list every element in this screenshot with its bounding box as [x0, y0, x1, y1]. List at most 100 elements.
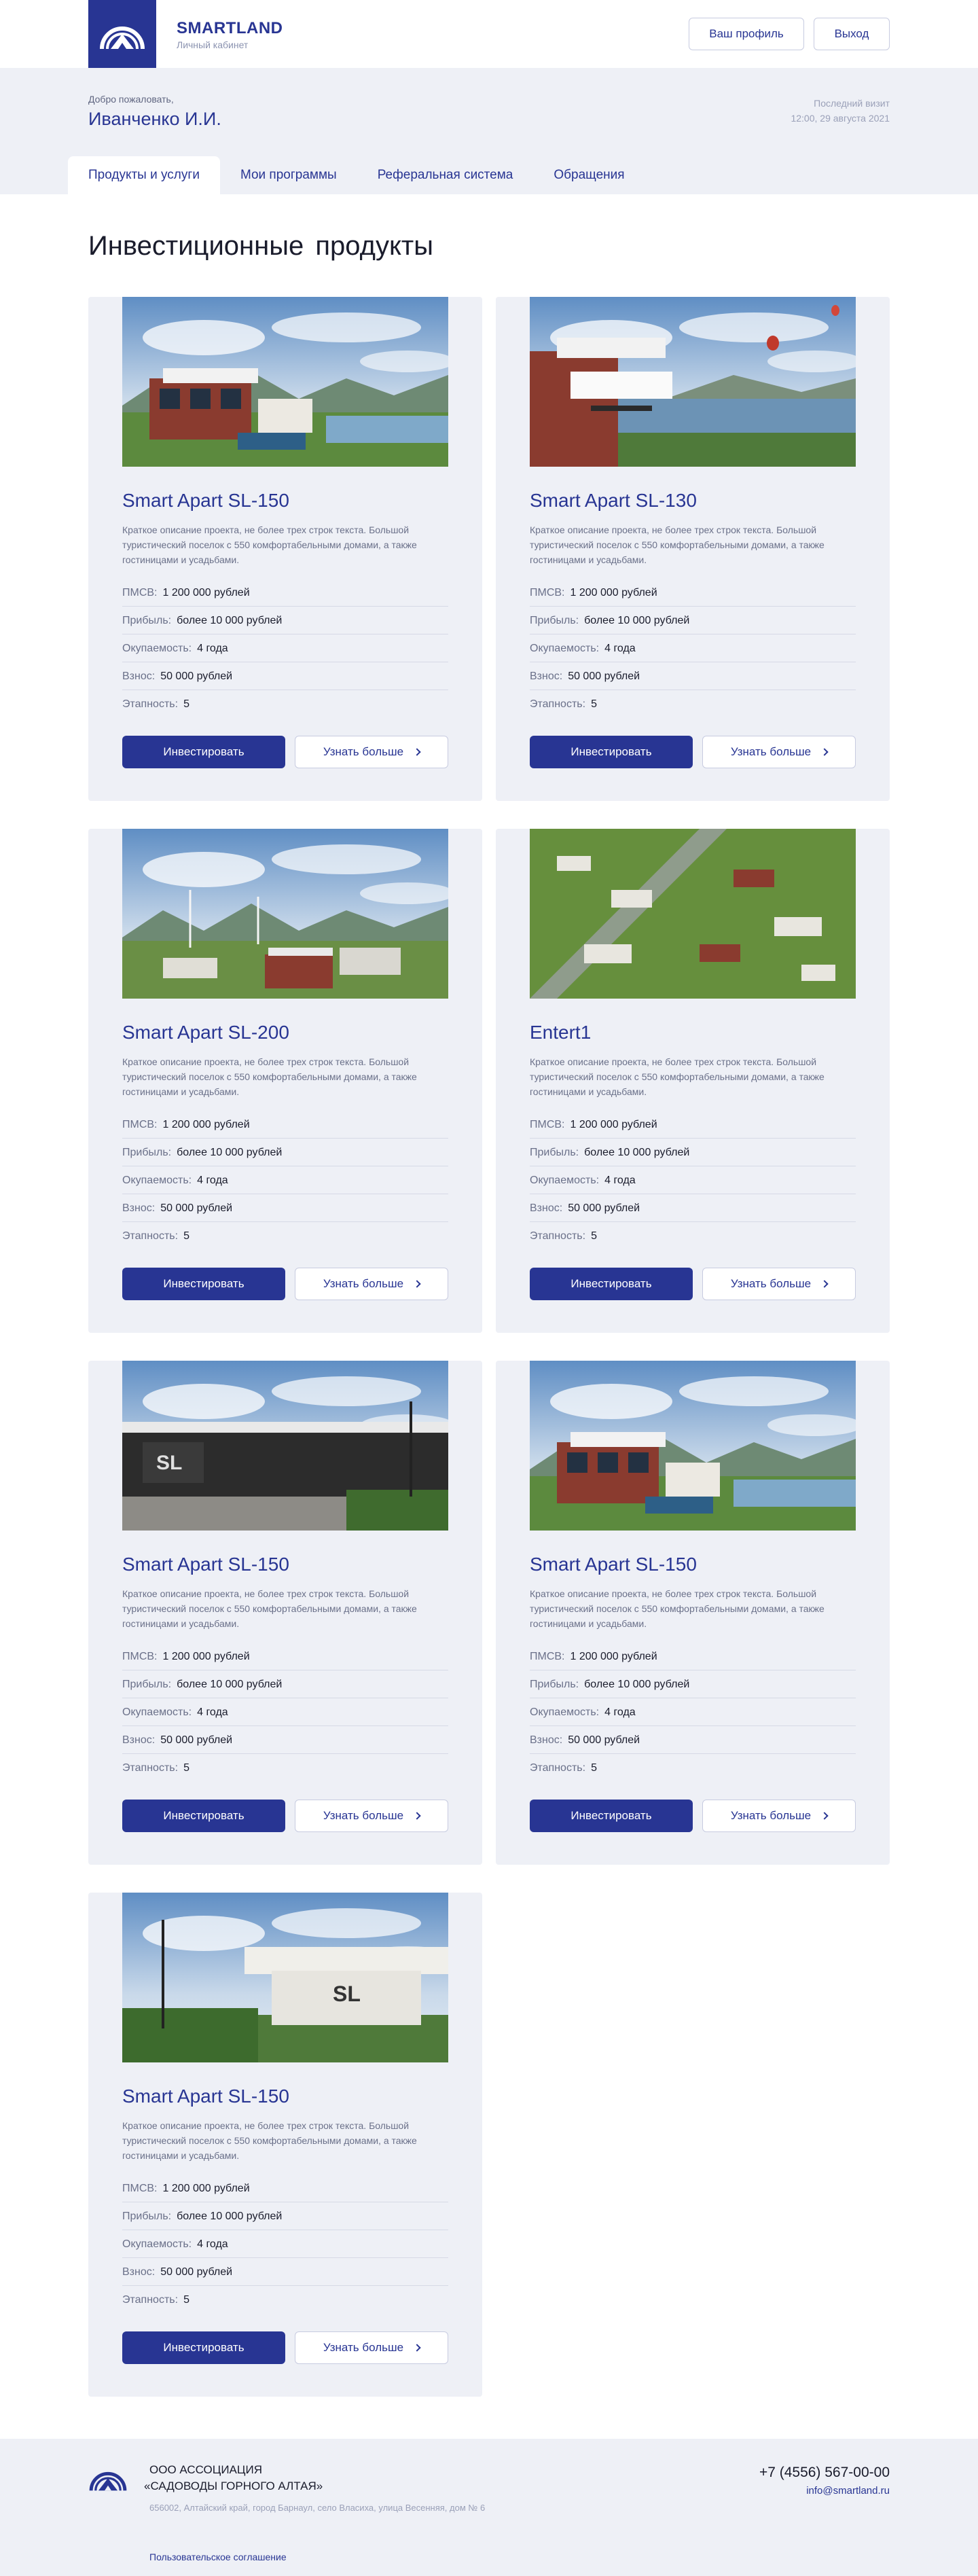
spec-value: 1 200 000 рублей	[162, 1118, 250, 1130]
footer-address: 656002, Алтайский край, город Барнаул, с…	[149, 2503, 486, 2513]
spec-row-fee: Взнос: 50 000 рублей	[530, 663, 856, 690]
logo[interactable]	[88, 0, 156, 68]
learn-more-button[interactable]: Узнать больше	[702, 1800, 856, 1832]
spec-row-pmsv: ПМСВ: 1 200 000 рублей	[122, 2175, 448, 2202]
chevron-right-icon	[820, 748, 829, 756]
spec-value: 50 000 рублей	[568, 1734, 640, 1746]
spec-label: ПМСВ:	[530, 1118, 565, 1130]
spec-label: Этапность:	[122, 698, 179, 710]
learn-more-label: Узнать больше	[730, 745, 812, 758]
spec-label: ПМСВ:	[530, 1650, 565, 1662]
spec-value: 5	[591, 1762, 597, 1774]
spec-label: Прибыль:	[122, 1678, 172, 1690]
product-title[interactable]: Smart Apart SL-150	[122, 2086, 289, 2107]
tab-my-programs[interactable]: Мои программы	[220, 156, 357, 194]
learn-more-button[interactable]: Узнать больше	[295, 736, 448, 768]
chevron-right-icon	[413, 1812, 421, 1820]
tab-referral[interactable]: Реферальная система	[357, 156, 534, 194]
spec-row-profit: Прибыль: более 10 000 рублей	[530, 1139, 856, 1166]
spec-label: Взнос:	[530, 1202, 563, 1214]
profile-button[interactable]: Ваш профиль	[689, 18, 804, 50]
user-agreement-link[interactable]: Пользовательское соглашение	[149, 2552, 287, 2562]
spec-row-profit: Прибыль: более 10 000 рублей	[122, 2203, 448, 2230]
spec-row-fee: Взнос: 50 000 рублей	[122, 1195, 448, 1222]
main-tabs: Продукты и услуги Мои программы Рефераль…	[68, 156, 645, 194]
tab-products[interactable]: Продукты и услуги	[68, 156, 220, 194]
chevron-right-icon	[413, 2344, 421, 2352]
spec-label: Взнос:	[530, 1734, 563, 1746]
invest-button[interactable]: Инвестировать	[122, 1268, 285, 1300]
spec-value: 5	[591, 698, 597, 710]
product-title[interactable]: Smart Apart SL-200	[122, 1022, 289, 1043]
spec-row-profit: Прибыль: более 10 000 рублей	[530, 607, 856, 634]
spec-label: Взнос:	[530, 670, 563, 682]
logout-button[interactable]: Выход	[814, 18, 890, 50]
spec-value: 1 200 000 рублей	[570, 1118, 657, 1130]
invest-button[interactable]: Инвестировать	[530, 1800, 693, 1832]
last-visit-label: Последний визит	[814, 98, 890, 109]
spec-row-pmsv: ПМСВ: 1 200 000 рублей	[122, 1111, 448, 1139]
learn-more-button[interactable]: Узнать больше	[702, 1268, 856, 1300]
spec-row-floors: Этапность: 5	[530, 1223, 856, 1250]
spec-label: Окупаемость:	[122, 1174, 192, 1186]
spec-row-profit: Прибыль: более 10 000 рублей	[122, 607, 448, 634]
product-image[interactable]	[530, 829, 856, 999]
spec-row-fee: Взнос: 50 000 рублей	[122, 663, 448, 690]
spec-label: Окупаемость:	[122, 2238, 192, 2250]
spec-value: более 10 000 рублей	[584, 1678, 690, 1690]
product-card: SL Smart Apart SL-150 Краткое описание про…	[88, 1361, 482, 1865]
product-title[interactable]: Entert1	[530, 1022, 591, 1043]
invest-button[interactable]: Инвестировать	[122, 736, 285, 768]
product-card: Smart Apart SL-150 Краткое описание проек…	[496, 1361, 890, 1865]
learn-more-button[interactable]: Узнать больше	[702, 736, 856, 768]
product-card: Entert1 Краткое описание проекта, не боле…	[496, 829, 890, 1333]
product-description: Краткое описание проекта, не более трех …	[530, 1588, 825, 1629]
user-bar: Добро пожаловать, Иванченко И.И. Последн…	[0, 68, 978, 194]
footer-phone[interactable]: +7 (4556) 567-00-00	[759, 2465, 890, 2481]
svg-text:SL: SL	[156, 1452, 182, 1474]
spec-row-payback: Окупаемость: 4 года	[530, 1699, 856, 1726]
spec-value: 4 года	[197, 1174, 228, 1186]
learn-more-button[interactable]: Узнать больше	[295, 1268, 448, 1300]
spec-row-payback: Окупаемость: 4 года	[122, 1699, 448, 1726]
invest-button[interactable]: Инвестировать	[122, 1800, 285, 1832]
spec-value: 1 200 000 рублей	[162, 586, 250, 598]
spec-value: более 10 000 рублей	[584, 1146, 690, 1158]
product-title[interactable]: Smart Apart SL-130	[530, 490, 697, 512]
product-title[interactable]: Smart Apart SL-150	[530, 1554, 697, 1575]
tab-requests[interactable]: Обращения	[533, 156, 645, 194]
brand-name: SMARTLAND	[177, 19, 283, 37]
product-image[interactable]	[122, 829, 448, 999]
product-description: Краткое описание проекта, не более трех …	[122, 524, 417, 565]
spec-value: 1 200 000 рублей	[162, 1650, 250, 1662]
product-image[interactable]: SL	[122, 1893, 448, 2062]
learn-more-button[interactable]: Узнать больше	[295, 2331, 448, 2364]
spec-label: Окупаемость:	[122, 1706, 192, 1718]
spec-label: Взнос:	[122, 1734, 156, 1746]
product-image[interactable]: SL	[122, 1361, 448, 1531]
footer: ООО АССОЦИАЦИЯ «САДОВОДЫ ГОРНОГО АЛТАЯ» …	[0, 2439, 978, 2576]
spec-label: Прибыль:	[530, 614, 579, 626]
product-image[interactable]	[530, 1361, 856, 1531]
spec-label: Этапность:	[530, 1230, 586, 1242]
spec-row-floors: Этапность: 5	[530, 1755, 856, 1782]
spec-label: ПМСВ:	[122, 2182, 158, 2194]
learn-more-button[interactable]: Узнать больше	[295, 1800, 448, 1832]
invest-button[interactable]: Инвестировать	[122, 2331, 285, 2364]
spec-value: 4 года	[197, 642, 228, 654]
product-image[interactable]	[122, 297, 448, 467]
spec-value: более 10 000 рублей	[177, 1678, 283, 1690]
spec-label: Прибыль:	[122, 2210, 172, 2222]
spec-label: ПМСВ:	[122, 1118, 158, 1130]
product-image[interactable]	[530, 297, 856, 467]
spec-row-payback: Окупаемость: 4 года	[122, 2231, 448, 2258]
product-title[interactable]: Smart Apart SL-150	[122, 490, 289, 512]
user-name: Иванченко И.И.	[88, 109, 221, 129]
invest-button[interactable]: Инвестировать	[530, 1268, 693, 1300]
footer-email[interactable]: info@smartland.ru	[806, 2485, 890, 2497]
spec-label: Окупаемость:	[530, 1174, 600, 1186]
product-title[interactable]: Smart Apart SL-150	[122, 1554, 289, 1575]
spec-value: 4 года	[197, 2238, 228, 2250]
product-card: Smart Apart SL-200 Краткое описание проек…	[88, 829, 482, 1333]
invest-button[interactable]: Инвестировать	[530, 736, 693, 768]
